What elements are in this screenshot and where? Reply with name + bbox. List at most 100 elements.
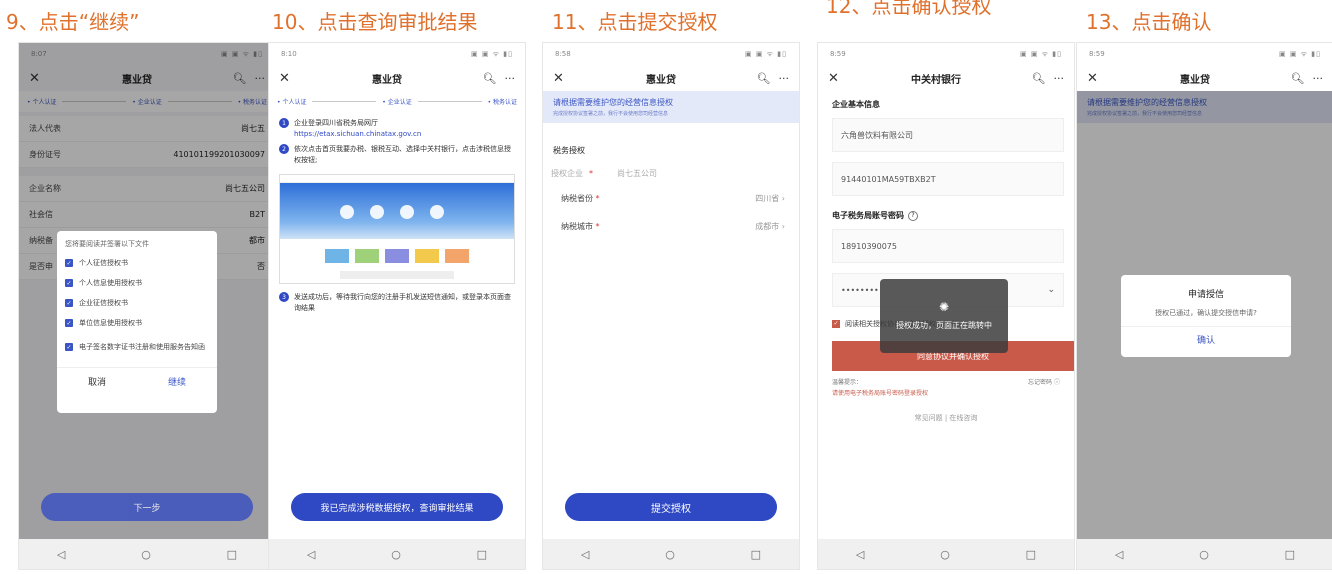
field-label: 纳税省份 — [561, 193, 593, 203]
toggle-visibility-icon[interactable]: ⌄ — [1047, 285, 1055, 295]
app-title: 中关村银行 — [911, 74, 961, 86]
checkbox-icon[interactable]: ✓ — [832, 320, 840, 328]
company-name-input[interactable]: 六角兽饮料有限公司 — [832, 118, 1064, 152]
credit-code-input[interactable]: 91440101MA59TBXB2T — [832, 162, 1064, 196]
forgot-password-link[interactable]: 忘记密码 — [1028, 379, 1052, 386]
doc-checkbox[interactable]: ✓ 企业征信授权书 — [57, 293, 217, 313]
home-icon[interactable]: ○ — [141, 548, 151, 561]
system-nav-bar: ◁ ○ □ — [543, 539, 799, 569]
status-time: 8:10 — [281, 50, 297, 58]
step-title-9: 9、点击“继续” — [6, 10, 140, 34]
recent-apps-icon[interactable]: □ — [477, 548, 487, 561]
app-bar: ✕ 惠业贷 🔍︎ ··· — [543, 65, 799, 91]
home-icon[interactable]: ○ — [665, 548, 675, 561]
checkbox-icon[interactable]: ✓ — [65, 319, 73, 327]
tax-bureau-link[interactable]: https://etax.sichuan.chinatax.gov.cn — [294, 129, 421, 140]
modal-header: 您将要阅读并签署以下文件 — [65, 240, 149, 248]
back-icon[interactable]: ◁ — [1115, 548, 1123, 561]
recent-apps-icon[interactable]: □ — [751, 548, 761, 561]
phone-screen-3: 8:58 ▣ ▣ ᯤ ▮▯ ✕ 惠业贷 🔍︎ ··· 请根据需要维护您的经营信息授… — [542, 42, 800, 570]
next-button[interactable]: 下一步 — [41, 493, 253, 521]
checkbox-icon[interactable]: ✓ — [65, 343, 73, 351]
back-icon[interactable]: ◁ — [581, 548, 589, 561]
dialog-title: 申请授信 — [1187, 290, 1224, 300]
required-mark: * — [595, 193, 600, 203]
doc-label: 企业征信授权书 — [79, 299, 128, 307]
recent-apps-icon[interactable]: □ — [1285, 548, 1295, 561]
account-input[interactable]: 18910390075 — [832, 229, 1064, 263]
home-icon[interactable]: ○ — [940, 548, 950, 561]
search-icon[interactable]: 🔍︎ — [1291, 72, 1305, 85]
doc-checkbox[interactable]: ✓ 个人征信授权书 — [57, 253, 217, 273]
close-icon[interactable]: ✕ — [279, 71, 299, 86]
instructions: 1 企业登录四川省税务局网厅 https://etax.sichuan.china… — [269, 112, 525, 172]
doc-checkbox[interactable]: ✓ 个人信息使用授权书 — [57, 273, 217, 293]
help-icon[interactable]: ⓘ — [1054, 379, 1060, 386]
doc-checkbox[interactable]: ✓ 电子签名数字证书注册和使用服务告知函 — [57, 333, 217, 361]
required-mark: * — [589, 169, 593, 178]
password-value: •••••••• — [841, 285, 879, 295]
status-bar: 8:59 ▣ ▣ ᯤ ▮▯ — [818, 43, 1074, 65]
back-icon[interactable]: ◁ — [57, 548, 65, 561]
step-title-10: 10、点击查询审批结果 — [272, 10, 478, 34]
checkbox-icon[interactable]: ✓ — [65, 299, 73, 307]
confirm-button[interactable]: 确认 — [1121, 326, 1291, 346]
step-company: • 企业认证 — [382, 99, 412, 106]
step-personal: • 个人认证 — [277, 99, 307, 106]
tip-label: 温馨提示： — [832, 379, 863, 386]
app-title: 惠业贷 — [372, 74, 402, 86]
app-title: 惠业贷 — [646, 74, 676, 86]
status-bar: 8:10 ▣ ▣ ᯤ ▮▯ — [269, 43, 525, 65]
home-icon[interactable]: ○ — [1199, 548, 1209, 561]
search-icon[interactable]: 🔍︎ — [483, 72, 497, 85]
step-title-12: 12、点击确认授权 — [826, 0, 992, 18]
doc-checkbox[interactable]: ✓ 单位信息使用授权书 — [57, 313, 217, 333]
dialog-message: 授权已通过，确认提交授信申请? — [1155, 309, 1257, 317]
more-icon[interactable]: ··· — [1313, 72, 1324, 85]
success-toast: ✺ 授权成功，页面正在跳转中 — [880, 279, 1008, 353]
required-mark: * — [595, 221, 600, 231]
tax-city-select[interactable]: 纳税城市 * 成都市 › — [543, 213, 799, 239]
close-icon[interactable]: ✕ — [553, 71, 573, 86]
search-icon[interactable]: 🔍︎ — [757, 72, 771, 85]
status-icons: ▣ ▣ ᯤ ▮▯ — [1020, 49, 1062, 58]
progress-steps: • 个人认证 • 企业认证 • 税务认证 — [269, 91, 525, 112]
authorized-company-row: 授权企业 * 尚七五公司 — [543, 164, 799, 183]
cancel-button[interactable]: 取消 — [57, 375, 137, 388]
step-tax: • 税务认证 — [487, 99, 518, 106]
search-icon[interactable]: 🔍︎ — [1032, 72, 1046, 85]
step-number-icon: 1 — [279, 118, 289, 128]
status-bar: 8:58 ▣ ▣ ᯤ ▮▯ — [543, 43, 799, 65]
tax-site-screenshot — [279, 174, 515, 284]
status-icons: ▣ ▣ ᯤ ▮▯ — [1279, 49, 1321, 58]
tax-province-select[interactable]: 纳税省份 * 四川省 › — [543, 183, 799, 213]
phone-screen-1: 8:07 ▣ ▣ ᯤ ▮▯ ✕ 惠业贷 🔍︎ ··· • 个人认证 • 企业认证 … — [18, 42, 276, 570]
app-bar: ✕ 中关村银行 🔍︎ ··· — [818, 65, 1074, 91]
checkbox-icon[interactable]: ✓ — [65, 279, 73, 287]
close-icon[interactable]: ✕ — [1087, 71, 1107, 86]
home-icon[interactable]: ○ — [391, 548, 401, 561]
app-bar: ✕ 惠业贷 🔍︎ ··· — [269, 65, 525, 91]
query-result-button[interactable]: 我已完成涉税数据授权，查询审批结果 — [291, 493, 503, 521]
tip-text: 请使用电子税务局账号密码登录授权 — [832, 390, 929, 397]
back-icon[interactable]: ◁ — [856, 548, 864, 561]
help-links[interactable]: 常见问题 | 在线咨询 — [818, 413, 1074, 423]
help-icon[interactable]: ? — [908, 210, 918, 221]
continue-button[interactable]: 继续 — [137, 375, 217, 388]
close-icon[interactable]: ✕ — [828, 71, 848, 86]
more-icon[interactable]: ··· — [1054, 72, 1065, 85]
submit-authorization-button[interactable]: 提交授权 — [565, 493, 777, 521]
recent-apps-icon[interactable]: □ — [227, 548, 237, 561]
app-bar: ✕ 惠业贷 🔍︎ ··· — [1077, 65, 1332, 91]
system-nav-bar: ◁ ○ □ — [269, 539, 525, 569]
doc-label: 电子签名数字证书注册和使用服务告知函 — [79, 343, 205, 351]
more-icon[interactable]: ··· — [779, 72, 790, 85]
step-number-icon: 3 — [279, 292, 289, 302]
toast-message: 授权成功，页面正在跳转中 — [896, 321, 992, 330]
field-value: 尚七五公司 — [617, 169, 657, 178]
back-icon[interactable]: ◁ — [307, 548, 315, 561]
recent-apps-icon[interactable]: □ — [1026, 548, 1036, 561]
phone-screen-5: 8:59 ▣ ▣ ᯤ ▮▯ ✕ 惠业贷 🔍︎ ··· 请根据需要维护您的经营信息授… — [1076, 42, 1332, 570]
more-icon[interactable]: ··· — [505, 72, 516, 85]
checkbox-icon[interactable]: ✓ — [65, 259, 73, 267]
